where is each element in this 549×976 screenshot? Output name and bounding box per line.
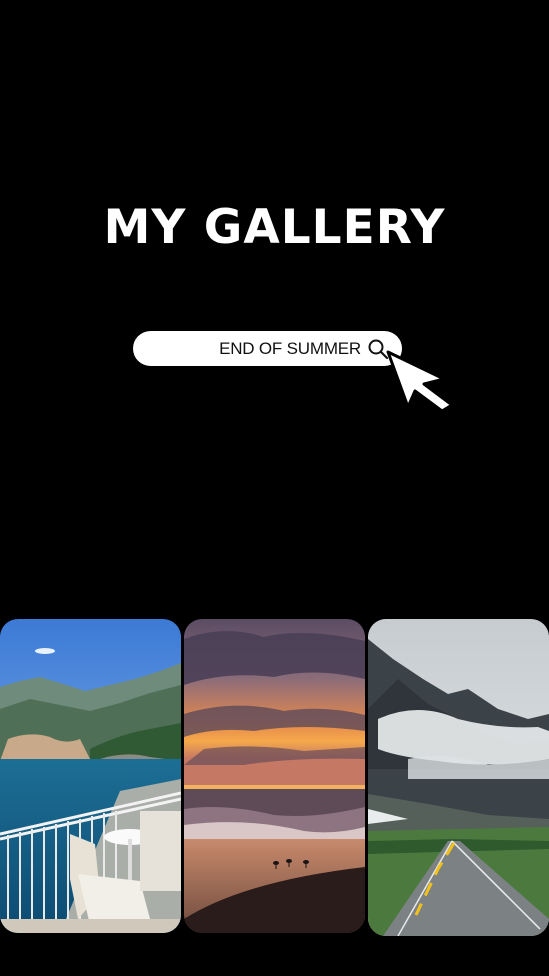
beach-sunset-photo[interactable] [184,619,365,933]
photo-strip [0,619,549,936]
page-title: MY GALLERY [103,200,446,255]
cursor-icon [386,350,454,411]
search-bar[interactable]: END OF SUMMER [133,331,402,366]
coastal-town-photo[interactable] [0,619,181,933]
search-query-text[interactable]: END OF SUMMER [133,331,361,366]
mountain-road-photo[interactable] [368,619,549,936]
